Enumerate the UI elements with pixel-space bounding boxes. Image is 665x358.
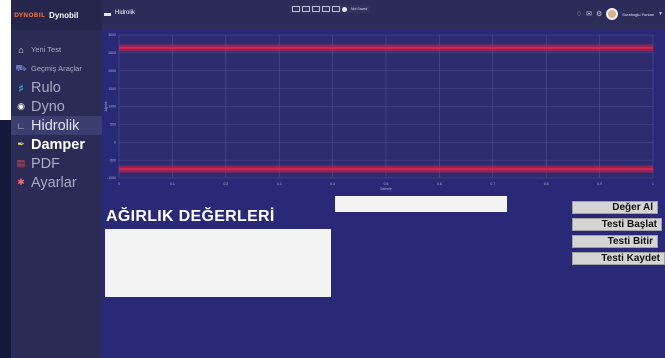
dyno-icon: ◉: [17, 101, 25, 111]
x-tick-label: 0.9: [597, 182, 602, 186]
y-tick-label: 0: [114, 140, 116, 144]
y-tick-label: -500: [109, 158, 116, 162]
sidebar-item-dyno[interactable]: ◉ Dyno: [11, 97, 102, 116]
x-tick-label: 0: [118, 182, 120, 186]
x-tick-label: 0.1: [170, 182, 175, 186]
y-tick-label: 2500: [108, 51, 116, 55]
sidebar-item-gecmis-araclar[interactable]: ⛟ Geçmiş Araçlar: [11, 59, 102, 78]
capture-icon[interactable]: [312, 6, 320, 12]
sidebar-item-ayarlar[interactable]: ✱ Ayarlar: [11, 173, 102, 192]
window-icon[interactable]: [302, 6, 310, 12]
x-tick-label: 0.5: [384, 182, 389, 186]
y-tick-label: 2000: [108, 69, 116, 73]
sidebar-item-label: Yeni Test: [31, 45, 62, 54]
screen-icon[interactable]: [292, 6, 300, 12]
left-dark-strip: [0, 120, 11, 358]
weights-title: AĞIRLIK DEĞERLERİ: [106, 208, 275, 225]
brand-name: Dynobil: [49, 10, 79, 20]
window-toolbar: Not Saved: [289, 5, 371, 13]
y-tick-label: 500: [110, 123, 116, 127]
rulo-icon: ♯: [18, 82, 24, 93]
topbar-actions: ♢ ✉ ⚙ Surahoglu Furkan ▼: [576, 8, 663, 20]
sidebar-item-label: Geçmiş Araçlar: [31, 64, 82, 73]
y-axis-label: Ağırlık: [104, 101, 108, 111]
car-icon: ⛟: [15, 62, 27, 73]
x-tick-label: 0.8: [544, 182, 549, 186]
main-content: 0 0.1 0.2 0.3 0.4 0.5 0.6 0.7 0.8 0.9 1 3000 2500 200…: [102, 30, 665, 358]
chevron-down-icon[interactable]: ▼: [658, 11, 663, 17]
sidebar-item-rulo[interactable]: ♯ Rulo: [11, 78, 102, 97]
x-tick-label: 0.6: [437, 182, 442, 186]
x-tick-label: 1: [652, 182, 654, 186]
hydraulic-chart: 0 0.1 0.2 0.3 0.4 0.5 0.6 0.7 0.8 0.9 1 3000 2500 200…: [102, 30, 665, 191]
sidebar-item-damper[interactable]: ✒ Damper: [11, 135, 102, 154]
sidebar: DYNOBIL Dynobil ⌂ Yeni Test ⛟ Geçmiş Ara…: [11, 0, 102, 358]
brand-logo: DYNOBIL: [14, 11, 46, 19]
save-test-button[interactable]: Testi Kaydet: [572, 252, 665, 265]
chart-icon: ∟: [16, 120, 26, 131]
x-tick-label: 0.4: [330, 182, 335, 186]
grid-icon[interactable]: [332, 6, 340, 12]
page-title: Hidrolik: [115, 10, 136, 16]
x-tick-label: 0.3: [277, 182, 282, 186]
toolbar-status-text: Not Saved: [351, 7, 368, 11]
sidebar-header: DYNOBIL Dynobil: [11, 0, 102, 30]
sidebar-item-label: Hidrolik: [31, 117, 80, 134]
gear-icon: ✱: [17, 177, 25, 187]
sidebar-menu: ⌂ Yeni Test ⛟ Geçmiş Araçlar ♯ Rulo ◉ Dy…: [11, 40, 102, 192]
topbar: Hidrolik Not Saved ♢ ✉ ⚙ Surahoglu Furka…: [102, 0, 665, 30]
weights-display-box: [105, 229, 331, 297]
settings-icon[interactable]: ⚙: [596, 10, 602, 18]
y-tick-label: 1000: [108, 105, 116, 109]
sidebar-item-label: Damper: [31, 136, 85, 153]
x-tick-label: 0.2: [223, 182, 228, 186]
sidebar-item-pdf[interactable]: ▤ PDF: [11, 154, 102, 173]
y-tick-label: 1500: [108, 87, 116, 91]
home-icon: ⌂: [18, 44, 24, 55]
chart-svg: 0 0.1 0.2 0.3 0.4 0.5 0.6 0.7 0.8 0.9 1 3000 2500 200…: [104, 33, 654, 191]
user-name[interactable]: Surahoglu Furkan: [622, 12, 654, 17]
sidebar-item-yeni-test[interactable]: ⌂ Yeni Test: [11, 40, 102, 59]
end-test-button[interactable]: Testi Bitir: [572, 235, 658, 248]
get-value-button[interactable]: Değer Al: [572, 201, 658, 214]
value-input[interactable]: [335, 196, 507, 212]
mail-icon[interactable]: ✉: [586, 10, 592, 18]
sidebar-item-label: Dyno: [31, 98, 65, 115]
avatar[interactable]: [606, 8, 619, 20]
y-tick-label: -1000: [107, 176, 116, 180]
pen-icon: ✒: [17, 139, 25, 149]
sidebar-item-label: Rulo: [31, 79, 61, 96]
sidebar-item-label: Ayarlar: [31, 174, 77, 191]
y-tick-label: 3000: [108, 33, 116, 37]
pdf-icon: ▤: [16, 158, 26, 168]
sidebar-item-label: PDF: [31, 155, 60, 172]
start-test-button[interactable]: Testi Başlat: [572, 218, 662, 231]
status-dot-icon: [342, 6, 347, 12]
sidebar-item-hidrolik[interactable]: ∟ Hidrolik: [11, 116, 102, 135]
layout-icon[interactable]: [322, 6, 330, 12]
x-tick-label: 0.7: [490, 182, 495, 186]
x-axis-label: Sample: [380, 187, 392, 190]
bell-icon[interactable]: ♢: [576, 10, 582, 18]
menu-toggle-icon[interactable]: [104, 13, 111, 16]
